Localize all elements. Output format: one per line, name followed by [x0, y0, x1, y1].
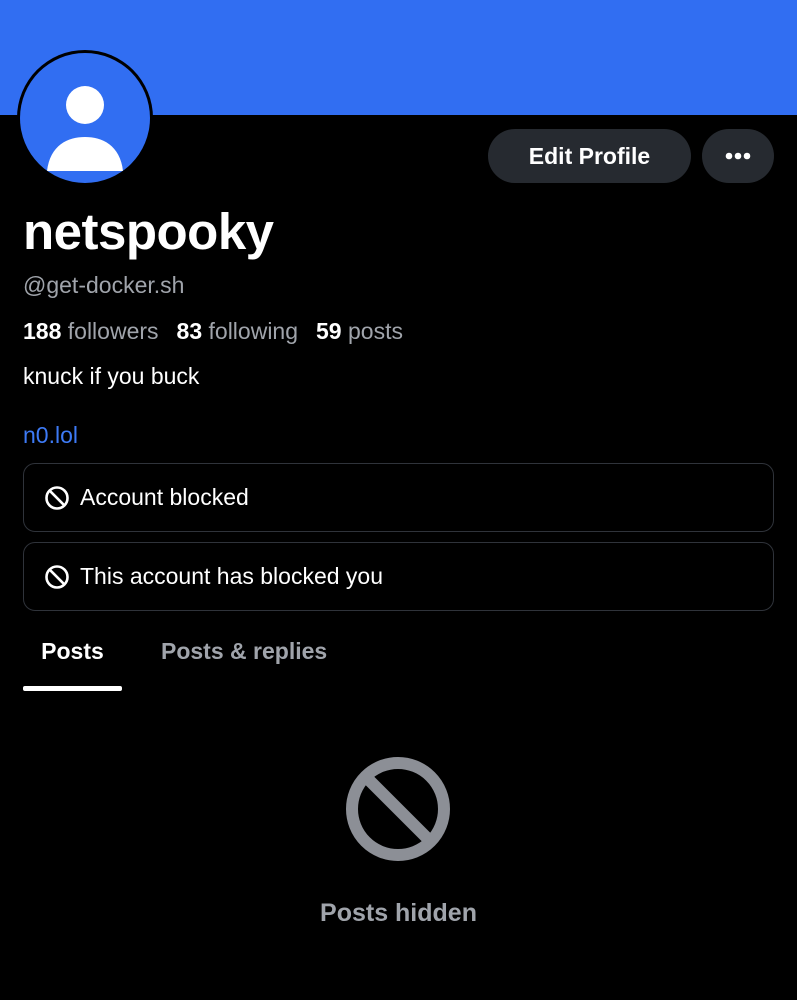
edit-profile-button[interactable]: Edit Profile — [488, 129, 691, 183]
posts-label: posts — [348, 318, 403, 344]
following-label: following — [208, 318, 299, 344]
followers-stat[interactable]: 188 followers — [23, 316, 159, 346]
profile-handle: @get-docker.sh — [23, 272, 185, 298]
empty-state-text: Posts hidden — [320, 899, 477, 927]
followers-count: 188 — [23, 318, 62, 344]
posts-stat: 59 posts — [316, 316, 403, 346]
followers-label: followers — [67, 318, 159, 344]
more-options-button[interactable] — [702, 129, 774, 183]
avatar[interactable] — [17, 50, 153, 186]
profile-screen: Edit Profile netspooky @get-docker.sh 18… — [0, 0, 797, 1000]
alert-text: This account has blocked you — [80, 563, 384, 589]
profile-stats: 188 followers 83 following 59 posts — [23, 316, 403, 346]
blocked-icon — [45, 485, 69, 510]
tab-posts[interactable]: Posts — [23, 625, 122, 677]
active-tab-indicator — [23, 686, 122, 691]
account-blocked-alert[interactable]: Account blocked — [23, 463, 774, 532]
ellipsis-icon — [725, 152, 751, 160]
default-avatar-icon — [20, 53, 150, 183]
display-name: netspooky — [23, 203, 274, 260]
profile-link[interactable]: n0.lol — [23, 420, 78, 450]
blocked-by-account-alert[interactable]: This account has blocked you — [23, 542, 774, 611]
profile-bio: knuck if you buck — [23, 363, 200, 389]
tab-posts-and-replies[interactable]: Posts & replies — [161, 625, 327, 677]
posts-count: 59 — [316, 318, 342, 344]
following-stat[interactable]: 83 following — [177, 316, 298, 346]
blocked-icon — [45, 564, 69, 589]
blocked-icon — [346, 757, 450, 861]
alert-text: Account blocked — [80, 484, 249, 510]
following-count: 83 — [176, 318, 203, 344]
